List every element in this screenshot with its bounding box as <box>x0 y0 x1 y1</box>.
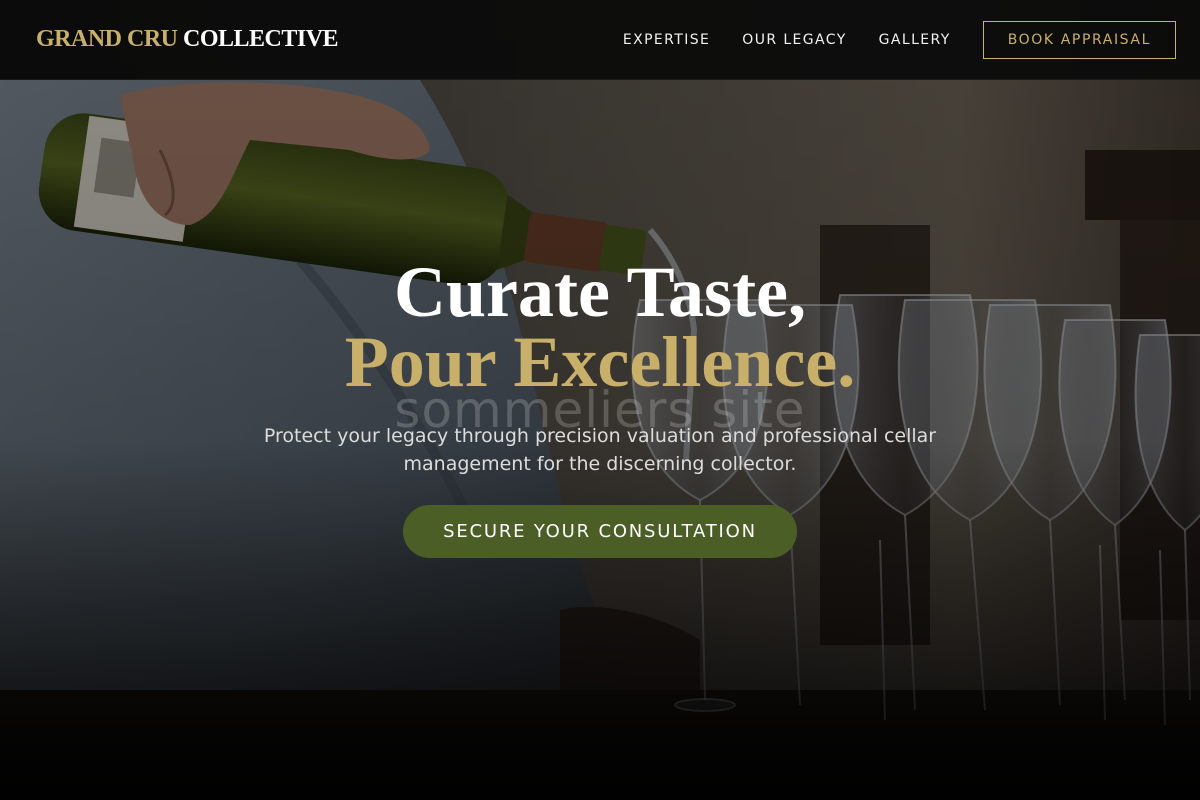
hero-headline-line1: Curate Taste, <box>394 252 806 332</box>
top-navbar: GRAND CRU COLLECTIVE EXPERTISE OUR LEGAC… <box>0 0 1200 80</box>
book-appraisal-button[interactable]: BOOK APPRAISAL <box>982 20 1176 59</box>
hero-content: Curate Taste, Pour Excellence. sommelier… <box>0 0 1200 800</box>
secure-consultation-button[interactable]: SECURE YOUR CONSULTATION <box>403 505 797 558</box>
brand-name-part1: GRAND CRU <box>36 26 178 52</box>
hero-tagline: Protect your legacy through precision va… <box>263 425 937 475</box>
brand-logo[interactable]: GRAND CRU COLLECTIVE <box>36 26 339 53</box>
main-nav: EXPERTISE OUR LEGACY GALLERY BOOK APPRAI… <box>591 20 1176 59</box>
nav-link-our-legacy[interactable]: OUR LEGACY <box>742 32 846 48</box>
nav-link-expertise[interactable]: EXPERTISE <box>623 32 710 48</box>
nav-link-gallery[interactable]: GALLERY <box>879 32 951 48</box>
brand-name-part2: COLLECTIVE <box>183 26 339 52</box>
